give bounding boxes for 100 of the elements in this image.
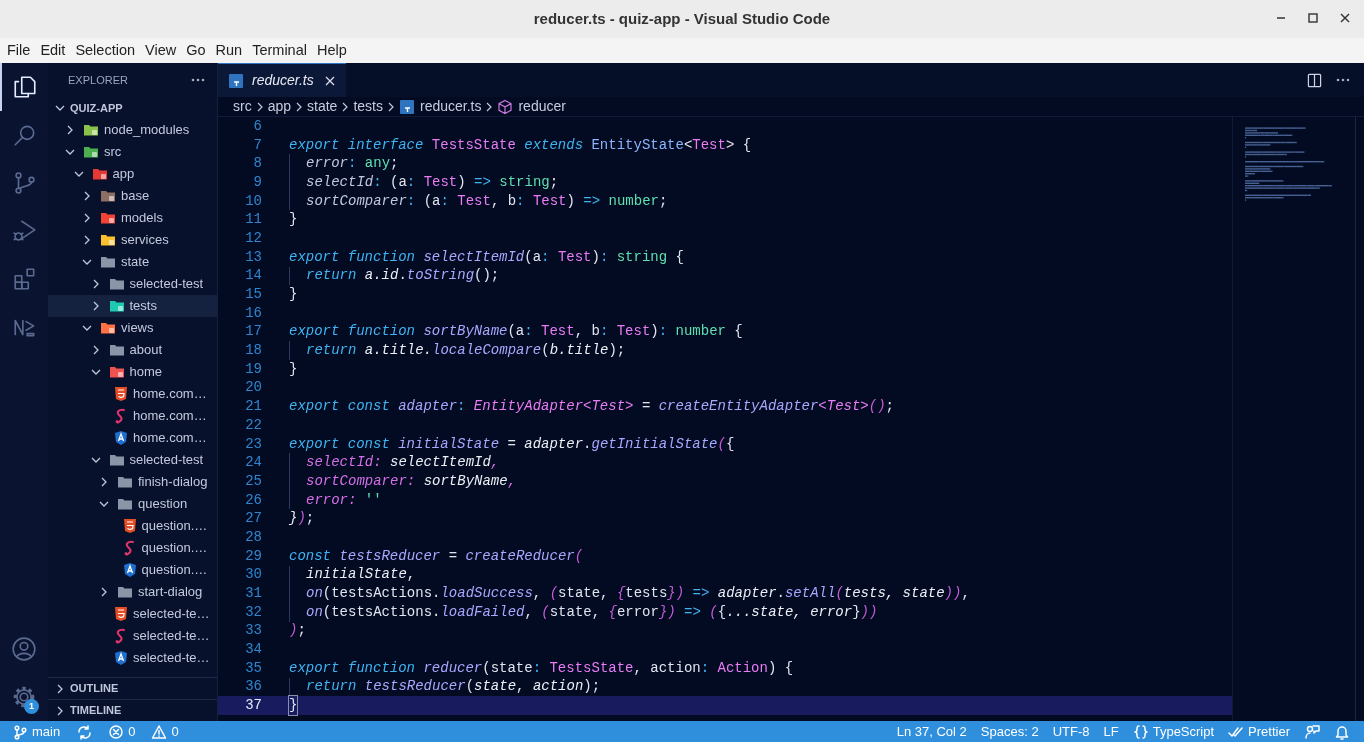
menu-item[interactable]: Selection	[70, 39, 141, 62]
line-number: 11	[244, 210, 262, 230]
html-file-icon	[122, 518, 137, 534]
typescript-file-icon	[398, 98, 415, 115]
menu-item[interactable]: View	[140, 39, 182, 62]
html-file-icon	[114, 606, 128, 622]
explorer-source-entry[interactable]: home.com…	[48, 383, 217, 405]
explorer-folder[interactable]: views	[48, 317, 217, 339]
line-number: 17	[244, 322, 262, 342]
code-line: export function reducer(state: TestsState, action: Action) {	[289, 658, 794, 678]
explorer-source-entry[interactable]: selected-te…	[48, 647, 217, 669]
line-number: 37	[244, 696, 262, 716]
code-line: return a.title.localeCompare(b.title);	[289, 341, 626, 360]
cube-icon	[497, 98, 514, 115]
code-line: const testsReducer = createReducer(	[289, 546, 584, 566]
line-number: 18	[244, 341, 262, 361]
line-number: 30	[244, 565, 262, 585]
breadcrumb-item[interactable]: tests	[353, 96, 383, 117]
code-line: }	[289, 210, 298, 230]
code-line: export interface TestsState extends EntityState<Test> {	[289, 135, 752, 155]
explorer-folder[interactable]: base	[48, 185, 217, 207]
menu-item[interactable]: Edit	[35, 39, 71, 62]
explorer-folder[interactable]: finish-dialog	[48, 471, 217, 493]
sync-icon	[76, 723, 93, 740]
explorer-folder[interactable]: about	[48, 339, 217, 361]
explorer-source-entry[interactable]: selected-te…	[48, 625, 217, 647]
line-number: 20	[244, 378, 262, 398]
split-editor-icon[interactable]	[1307, 72, 1322, 88]
panel-section-header[interactable]: OUTLINE	[48, 677, 217, 699]
menu-item[interactable]: Terminal	[247, 39, 312, 62]
breadcrumb-item[interactable]: app	[267, 96, 292, 117]
explorer-source-entry[interactable]: question.…	[48, 559, 217, 581]
explorer-folder[interactable]: selected-test	[48, 273, 217, 295]
menu-item[interactable]: Go	[181, 39, 211, 62]
code-line: initialState,	[289, 565, 416, 585]
branch-icon	[12, 723, 28, 740]
code-line: selectId: (a: Test) => string;	[289, 173, 559, 192]
error-icon	[108, 723, 125, 740]
more-icon[interactable]	[1336, 78, 1350, 82]
explorer-source-entry[interactable]: selected-te…	[48, 603, 217, 625]
explorer-source-entry[interactable]: home.com…	[48, 405, 217, 427]
folder-icon	[108, 452, 125, 468]
code-line: export function sortByName(a: Test, b: Test): number {	[289, 322, 743, 342]
explorer-source-entry[interactable]: home.com…	[48, 427, 217, 449]
explorer-folder[interactable]: tests	[48, 295, 217, 317]
explorer-folder[interactable]: node_modules	[48, 119, 217, 141]
explorer-source-entry[interactable]: question.…	[48, 537, 217, 559]
editor-tab[interactable]: reducer.ts	[218, 63, 346, 97]
folder-icon	[108, 342, 125, 358]
scss-file-icon	[122, 540, 137, 556]
line-number: 19	[244, 359, 262, 379]
code-line: }	[289, 696, 298, 715]
explorer-folder[interactable]: src	[48, 141, 217, 163]
explorer-folder[interactable]: start-dialog	[48, 581, 217, 603]
code-line: error: any;	[289, 154, 399, 174]
explorer-folder[interactable]: selected-test	[48, 449, 217, 471]
more-icon[interactable]	[191, 78, 205, 82]
run-debug-icon[interactable]	[12, 218, 38, 244]
feedback-icon	[1304, 723, 1320, 740]
angular-file-icon	[114, 650, 128, 666]
sidebar-title: EXPLORER	[68, 72, 128, 88]
menu-item[interactable]: Help	[311, 39, 352, 62]
folder-icon	[100, 320, 116, 336]
breadcrumb-item[interactable]: reducer	[518, 96, 566, 117]
folder-icon	[100, 210, 116, 226]
window-title: reducer.ts - quiz-app - Visual Studio Code	[533, 8, 831, 29]
source-control-icon[interactable]	[12, 170, 38, 196]
line-number: 9	[252, 172, 262, 192]
menu-item[interactable]: File	[2, 39, 36, 62]
folder-icon	[100, 232, 116, 248]
explorer-folder[interactable]: state	[48, 251, 217, 273]
breadcrumb-item[interactable]: state	[307, 96, 338, 117]
folder-icon	[117, 584, 133, 600]
explorer-folder[interactable]: models	[48, 207, 217, 229]
line-number: 14	[244, 266, 262, 286]
line-number: 12	[244, 228, 262, 248]
code-line: sortComparer: sortByName,	[289, 472, 517, 491]
code-line: export const adapter: EntityAdapter<Test> = createEntityAdapter<Test>();	[289, 397, 894, 416]
explorer-folder[interactable]: services	[48, 229, 217, 251]
account-icon[interactable]	[11, 636, 37, 662]
angular-file-icon	[122, 562, 137, 578]
explorer-folder[interactable]: question	[48, 493, 217, 515]
folder-icon	[117, 496, 133, 512]
line-number: 35	[244, 658, 262, 678]
line-number: 21	[244, 397, 262, 417]
breadcrumb-item[interactable]: src	[233, 96, 252, 117]
line-number: 15	[244, 285, 262, 305]
settings-icon[interactable]	[11, 684, 37, 710]
explorer-folder[interactable]: app	[48, 163, 217, 185]
line-number: 24	[244, 453, 262, 473]
line-number: 33	[244, 621, 262, 641]
braces-icon	[1132, 723, 1149, 740]
breadcrumb-item[interactable]: reducer.ts	[419, 96, 482, 117]
explorer-folder[interactable]: home	[48, 361, 217, 383]
menu-item[interactable]: Run	[210, 39, 248, 62]
files-icon[interactable]	[12, 74, 38, 100]
explorer-source-entry[interactable]: question.…	[48, 515, 217, 537]
project-folder[interactable]: QUIZ-APP	[48, 97, 217, 119]
line-number: 23	[244, 434, 262, 454]
line-number: 8	[252, 154, 262, 174]
